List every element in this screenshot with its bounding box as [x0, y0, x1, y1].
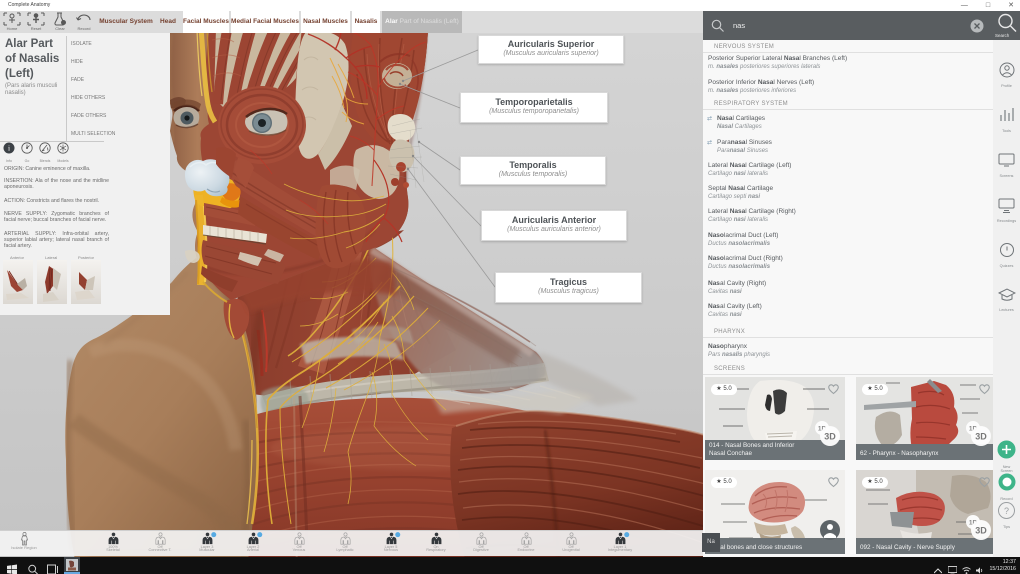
svg-text:3D: 3D: [824, 432, 836, 442]
svg-text:3D: 3D: [975, 432, 987, 442]
svg-text:i: i: [8, 144, 10, 153]
svg-text:3D: 3D: [975, 526, 987, 536]
svg-text:?: ?: [1004, 506, 1009, 516]
